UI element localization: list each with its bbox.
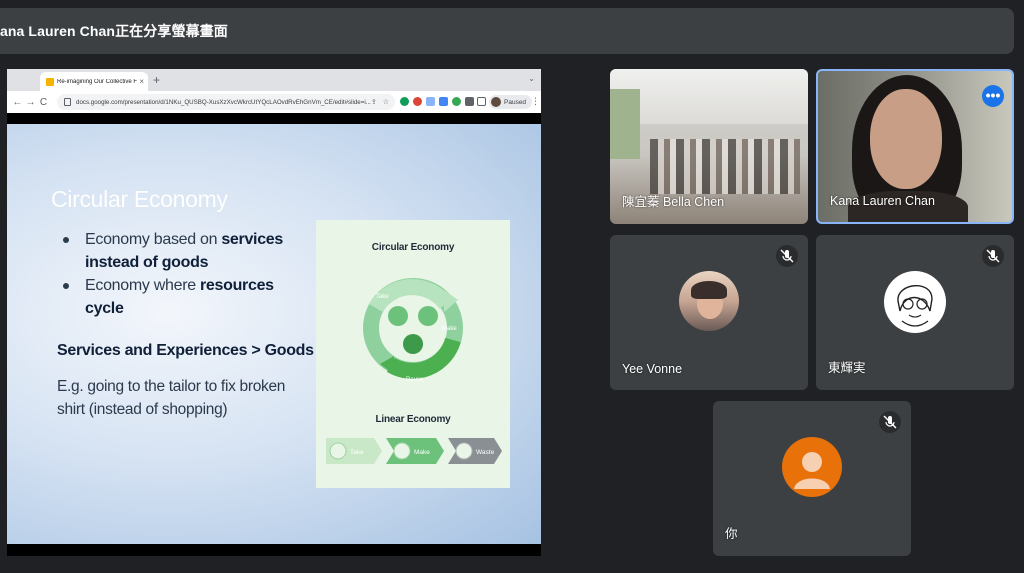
reload-icon[interactable]: C: [37, 97, 50, 108]
back-icon[interactable]: ←: [11, 97, 24, 108]
browser-tab[interactable]: Re-imagining Our Collective F ×: [40, 72, 148, 91]
participant-tile[interactable]: 東輝実: [816, 235, 1014, 390]
slide-bullets: Economy based on services instead of goo…: [63, 228, 313, 320]
default-user-avatar-icon: [782, 437, 842, 497]
browser-tab-title: Re-imagining Our Collective F: [57, 78, 138, 85]
circular-economy-title: Circular Economy: [371, 242, 455, 253]
cycle-label: Take: [376, 294, 389, 300]
extension-icon[interactable]: [439, 97, 448, 106]
bookmark-star-icon[interactable]: ☆: [383, 98, 389, 106]
linear-economy-arrows: Take Make Waste: [326, 438, 502, 464]
participant-name: 你: [725, 527, 738, 541]
lock-icon: [64, 98, 71, 106]
extension-icon[interactable]: [452, 97, 461, 106]
mic-off-icon: [982, 245, 1004, 267]
participant-name: Kana Lauren Chan: [830, 194, 935, 208]
slide-title: Circular Economy: [51, 186, 228, 212]
extensions-puzzle-icon[interactable]: [465, 97, 474, 106]
mic-off-icon: [776, 245, 798, 267]
participant-tile-active-speaker[interactable]: ••• Kana Lauren Chan: [816, 69, 1014, 224]
slide-example-text: E.g. going to the tailor to fix broken s…: [57, 378, 286, 418]
shared-screen[interactable]: Re-imagining Our Collective F × + ⌄ ← → …: [7, 69, 541, 556]
linear-step-label: Waste: [476, 449, 495, 456]
economy-diagram: Circular Economy Take Make Reuse Linear …: [316, 220, 510, 488]
take-recycle-icon: [388, 306, 408, 326]
shared-screen-bottom-bar: [7, 544, 541, 556]
share-icon[interactable]: ⇪: [371, 98, 377, 106]
presenting-banner-text: ana Lauren Chan正在分享螢幕畫面: [0, 23, 228, 39]
participant-tile[interactable]: 陳宜蓁 Bella Chen: [610, 69, 808, 224]
browser-menu-icon[interactable]: ⋮: [531, 96, 540, 107]
slides-favicon-icon: [46, 77, 54, 86]
presenting-banner: ana Lauren Chan正在分享螢幕畫面: [0, 8, 1014, 54]
profile-paused-button[interactable]: Paused: [489, 95, 533, 109]
cycle-label: Make: [442, 326, 457, 332]
mic-off-icon: [879, 411, 901, 433]
classroom-window: [610, 89, 640, 159]
browser-tab-strip: Re-imagining Our Collective F × + ⌄: [7, 69, 541, 91]
bullet-text: Economy based on: [85, 231, 222, 248]
bullet-text: Economy where: [85, 277, 200, 294]
address-url: docs.google.com/presentation/d/1NKu_QUSB…: [76, 98, 371, 106]
circular-economy-cycle: Take Make Reuse: [363, 278, 463, 383]
participant-avatar: [679, 271, 739, 331]
side-panel-icon[interactable]: [477, 97, 486, 106]
linear-step-label: Take: [350, 449, 364, 456]
classroom-audience: [650, 139, 800, 194]
participant-tile-self[interactable]: 你: [713, 401, 911, 556]
extension-icon[interactable]: [413, 97, 422, 106]
more-options-icon[interactable]: •••: [982, 85, 1004, 107]
participant-name: 東輝実: [828, 361, 866, 375]
participant-name: 陳宜蓁 Bella Chen: [622, 195, 725, 209]
participant-tile[interactable]: Yee Vonne: [610, 235, 808, 390]
make-recycle-icon: [418, 306, 438, 326]
linear-economy-title: Linear Economy: [375, 414, 451, 425]
slide-bullet: Economy where resources cycle: [63, 274, 313, 320]
extension-icon[interactable]: [426, 97, 435, 106]
browser-toolbar: ← → C docs.google.com/presentation/d/1NK…: [7, 91, 541, 113]
cycle-label: Reuse: [406, 377, 424, 383]
tab-search-icon[interactable]: ⌄: [528, 74, 535, 83]
profile-avatar: [491, 97, 501, 107]
new-tab-icon[interactable]: +: [153, 73, 160, 87]
close-tab-icon[interactable]: ×: [139, 77, 144, 86]
speaker-face: [870, 89, 942, 189]
address-bar[interactable]: docs.google.com/presentation/d/1NKu_QUSB…: [57, 94, 395, 110]
forward-icon[interactable]: →: [24, 97, 37, 108]
extension-icon[interactable]: [400, 97, 409, 106]
participant-name: Yee Vonne: [622, 362, 683, 376]
reuse-recycle-icon: [403, 334, 423, 354]
linear-step-label: Make: [414, 449, 430, 456]
slide-bullet: Economy based on services instead of goo…: [63, 228, 313, 274]
participant-avatar: [884, 271, 946, 333]
slide-subheading: Services and Experiences > Goods: [57, 342, 314, 359]
paused-label: Paused: [504, 98, 527, 106]
presentation-slide: Circular Economy Economy based on servic…: [7, 124, 541, 544]
